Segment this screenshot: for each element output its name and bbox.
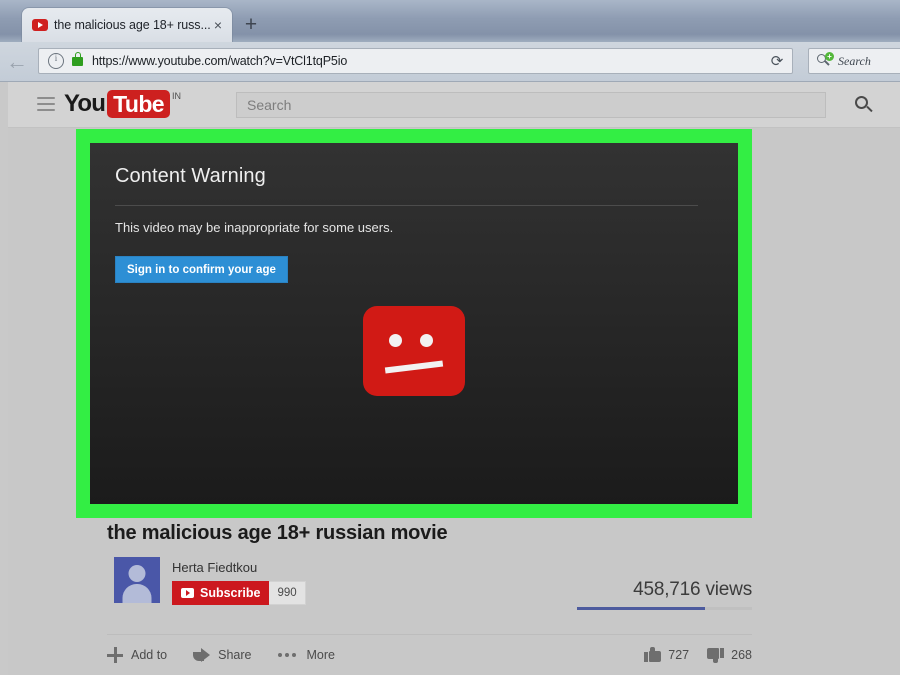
avatar-body (123, 584, 152, 603)
sign-in-confirm-age-button[interactable]: Sign in to confirm your age (115, 256, 288, 283)
plus-icon (107, 647, 123, 663)
search-plus-icon: + (817, 54, 832, 69)
video-player[interactable]: Content Warning This video may be inappr… (90, 143, 738, 504)
add-to-label: Add to (131, 648, 167, 662)
dislike-button[interactable]: 268 (707, 647, 752, 663)
sad-face-mouth (385, 360, 443, 373)
share-arrow-icon (193, 648, 210, 662)
thumbs-down-icon (707, 647, 724, 663)
browser-navbar: ← https://www.youtube.com/watch?v=VtCl1t… (0, 42, 900, 82)
sad-face-icon (363, 306, 465, 396)
browser-tab[interactable]: the malicious age 18+ russ... × (22, 8, 232, 42)
address-bar[interactable]: https://www.youtube.com/watch?v=VtCl1tqP… (38, 48, 793, 74)
youtube-header: You Tube IN Search (8, 82, 900, 128)
share-button[interactable]: Share (193, 648, 251, 662)
avatar[interactable] (114, 557, 160, 603)
like-ratio-fill (577, 607, 705, 610)
subscriber-count: 990 (269, 581, 305, 605)
like-button[interactable]: 727 (644, 647, 689, 663)
reload-icon[interactable]: ⟳ (768, 53, 786, 71)
thumbs-up-icon (644, 647, 661, 663)
add-to-button[interactable]: Add to (107, 647, 167, 663)
browser-window: the malicious age 18+ russ... × + ← http… (0, 0, 900, 675)
new-tab-button[interactable]: + (240, 14, 262, 36)
view-count-block: 458,716 views (522, 579, 752, 601)
user-avatar-icon (129, 565, 146, 582)
channel-name[interactable]: Herta Fiedtkou (172, 560, 257, 575)
ellipsis-icon (278, 653, 299, 657)
view-count: 458,716 views (633, 579, 752, 600)
youtube-search-input[interactable]: Search (236, 92, 826, 118)
subscribe-label: Subscribe (200, 586, 260, 600)
logo-country-code: IN (172, 91, 181, 101)
content-warning-title: Content Warning (115, 165, 266, 188)
youtube-search-placeholder: Search (247, 97, 291, 113)
more-label: More (307, 648, 335, 662)
window-titlebar: the malicious age 18+ russ... × + (0, 0, 900, 42)
like-ratio-bar (577, 607, 752, 610)
share-label: Share (218, 648, 251, 662)
youtube-favicon-icon (32, 19, 48, 31)
highlight-frame: Content Warning This video may be inappr… (76, 129, 752, 518)
close-icon[interactable]: × (210, 17, 226, 33)
content-warning-text: This video may be inappropriate for some… (115, 220, 393, 235)
divider (115, 205, 698, 206)
youtube-search-button[interactable] (834, 92, 894, 118)
sad-face-eye-left (389, 334, 402, 347)
like-count: 727 (668, 648, 689, 662)
subscribe-group: Subscribe 990 (172, 581, 306, 605)
magnifier-icon (855, 96, 874, 115)
sad-face-eye-right (420, 334, 433, 347)
tab-title: the malicious age 18+ russ... (54, 18, 210, 32)
video-meta: the malicious age 18+ russian movie Hert… (107, 522, 752, 619)
browser-search-placeholder: Search (838, 54, 871, 69)
video-action-bar: Add to Share More 727 268 (107, 634, 752, 675)
logo-you-text: You (64, 90, 105, 118)
youtube-logo[interactable]: You Tube IN (64, 90, 181, 118)
hamburger-icon[interactable] (37, 97, 55, 111)
tab-strip: the malicious age 18+ russ... × + (0, 0, 900, 42)
dislike-count: 268 (731, 648, 752, 662)
subscribe-button[interactable]: Subscribe (172, 581, 269, 605)
more-button[interactable]: More (278, 648, 335, 662)
play-icon (181, 588, 194, 598)
back-icon[interactable]: ← (0, 42, 34, 81)
lock-icon[interactable] (72, 57, 83, 66)
page-content: You Tube IN Search Content Warning This … (8, 82, 900, 675)
video-title: the malicious age 18+ russian movie (107, 522, 752, 545)
logo-tube-text: Tube (107, 90, 170, 118)
browser-search-box[interactable]: + Search (808, 48, 900, 74)
url-text: https://www.youtube.com/watch?v=VtCl1tqP… (92, 54, 792, 68)
search-add-badge: + (825, 52, 834, 61)
info-icon[interactable] (48, 53, 64, 69)
channel-row: Herta Fiedtkou Subscribe 990 458,716 vie… (107, 557, 752, 619)
